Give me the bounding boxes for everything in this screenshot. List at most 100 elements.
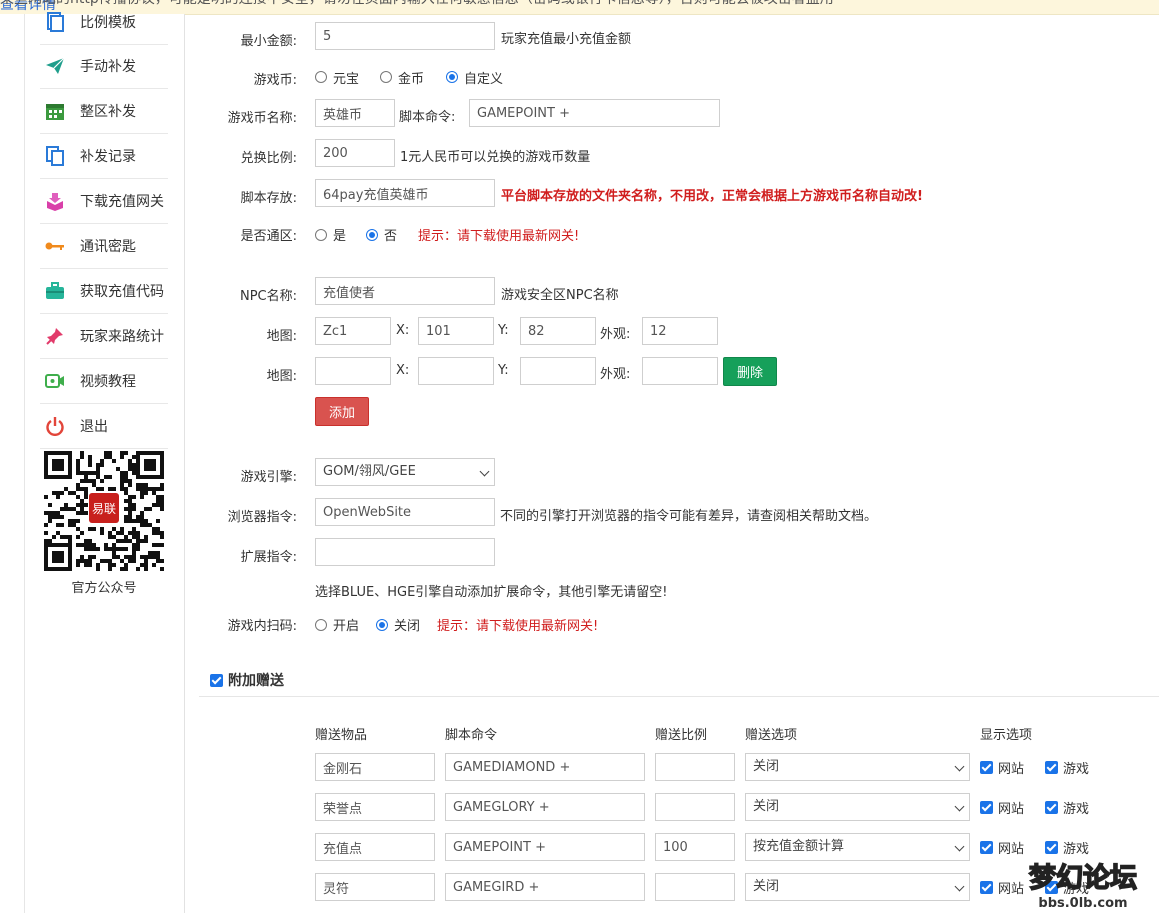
bonus-title: 附加赠送 [228,673,284,689]
currency-radio-yuanbao[interactable] [315,71,327,83]
browser-cmd-hint: 不同的引擎打开浏览器的指令可能有差异，请查阅相关帮助文档。 [500,509,878,524]
bonus-item-input[interactable] [315,753,435,781]
x-input[interactable] [418,317,494,345]
all-zones-radio-no[interactable] [366,229,378,241]
in-game-scan-radio-on[interactable] [315,619,327,631]
qr-code-image: 易联 [42,449,166,573]
in-game-scan-option-on: 开启 [333,619,360,634]
show-game-label: 游戏 [1063,842,1090,857]
security-notice-bar: 某些网站的http传播协议，可能是明的连接不安全，请勿在页面内输入任何敏感信息（… [0,0,1159,15]
sidebar-item-manual-reissue[interactable]: 手动补发 [40,44,168,89]
bonus-option-select[interactable]: 按充值金额计算 [745,833,970,861]
min-amount-input[interactable] [315,22,495,50]
chevron-down-icon [954,761,965,772]
bonus-item-input[interactable] [315,833,435,861]
engine-select-value: GOM/翎风/GEE [323,464,416,479]
x-label: X: [396,363,410,378]
script-dir-hint: 平台脚本存放的文件夹名称，不用改，正常会根据上方游戏币名称自动改! [501,189,923,204]
sidebar-item-comm-key[interactable]: 通讯密匙 [40,224,168,269]
video-icon [44,370,66,392]
add-button[interactable]: 添加 [315,397,369,426]
bonus-cmd-input[interactable] [445,873,645,901]
currency-option-custom: 自定义 [464,72,504,87]
script-dir-label: 脚本存放: [240,191,297,206]
bonus-ratio-input[interactable] [655,793,735,821]
show-game-checkbox[interactable] [1045,761,1058,774]
ratio-label: 兑换比例: [240,151,297,166]
bonus-checkbox[interactable] [210,674,223,687]
bonus-ratio-input[interactable] [655,873,735,901]
bonus-ratio-input[interactable] [655,753,735,781]
sidebar-item-label: 比例模板 [80,15,136,31]
show-game-checkbox[interactable] [1045,801,1058,814]
sidebar-item-download-gateway[interactable]: 下载充值网关 [40,179,168,224]
currency-radio-gold[interactable] [380,71,392,83]
sidebar-item-zone-reissue[interactable]: 整区补发 [40,89,168,134]
currency-option-gold: 金币 [398,72,425,87]
npc-name-label: NPC名称: [239,289,297,304]
script-command-label: 脚本命令: [399,110,456,125]
sidebar-item-logout[interactable]: 退出 [40,404,168,449]
in-game-scan-label: 游戏内扫码: [227,619,297,634]
x-input[interactable] [418,357,494,385]
calendar-icon [44,100,66,122]
all-zones-radio-yes[interactable] [315,229,327,241]
script-dir-input[interactable] [315,179,495,207]
sidebar-item-label: 补发记录 [80,149,136,165]
copy-icon [44,145,66,167]
sidebar-item-label: 整区补发 [80,104,136,120]
document-icon [44,11,66,33]
map-input[interactable] [315,357,391,385]
download-box-icon [44,190,66,212]
look-input[interactable] [642,317,718,345]
show-website-checkbox[interactable] [980,881,993,894]
sidebar-item-label: 视频教程 [80,374,136,390]
sidebar-item-player-source[interactable]: 玩家来路统计 [40,314,168,359]
sidebar-item-get-code[interactable]: 获取充值代码 [40,269,168,314]
show-website-checkbox[interactable] [980,841,993,854]
look-input[interactable] [642,357,718,385]
sidebar-item-video-tutorial[interactable]: 视频教程 [40,359,168,404]
sidebar-item-reissue-log[interactable]: 补发记录 [40,134,168,179]
in-game-scan-option-off: 关闭 [394,619,421,634]
map-label: 地图: [266,369,297,384]
bonus-item-input[interactable] [315,793,435,821]
send-icon [44,55,66,77]
sidebar-item-label: 通讯密匙 [80,239,136,255]
toolbox-icon [44,280,66,302]
watermark-subtext: bbs.0lb.com [1038,896,1127,911]
y-input[interactable] [520,317,596,345]
bonus-option-select[interactable]: 关闭 [745,753,970,781]
bonus-ratio-input[interactable] [655,833,735,861]
bonus-item-input[interactable] [315,873,435,901]
show-website-checkbox[interactable] [980,761,993,774]
chevron-down-icon [954,801,965,812]
currency-radio-custom[interactable] [446,71,458,83]
look-label: 外观: [600,327,631,342]
sidebar-item-ratio-template[interactable]: 比例模板 [40,0,168,45]
currency-name-input[interactable] [315,99,395,127]
bonus-cmd-input[interactable] [445,753,645,781]
bonus-cmd-input[interactable] [445,793,645,821]
script-command-input[interactable] [469,99,720,127]
engine-select[interactable]: GOM/翎风/GEE [315,458,495,486]
browser-cmd-input[interactable] [315,498,495,526]
ext-cmd-input[interactable] [315,538,495,566]
bonus-option-value: 关闭 [753,759,780,774]
show-game-checkbox[interactable] [1045,841,1058,854]
bonus-header-ratio: 赠送比例 [655,728,708,743]
map-input[interactable] [315,317,391,345]
y-input[interactable] [520,357,596,385]
delete-button[interactable]: 删除 [723,357,777,386]
show-website-checkbox[interactable] [980,801,993,814]
y-label: Y: [498,363,509,378]
bonus-option-select[interactable]: 关闭 [745,793,970,821]
bonus-option-select[interactable]: 关闭 [745,873,970,901]
in-game-scan-radio-off[interactable] [376,619,388,631]
ratio-input[interactable] [315,139,395,167]
npc-name-input[interactable] [315,277,495,305]
forum-watermark-logo: 梦幻论坛 bbs.0lb.com [1028,862,1138,911]
bonus-cmd-input[interactable] [445,833,645,861]
bonus-header-option: 赠送选项 [745,728,798,743]
bonus-header-display: 显示选项 [980,728,1033,743]
